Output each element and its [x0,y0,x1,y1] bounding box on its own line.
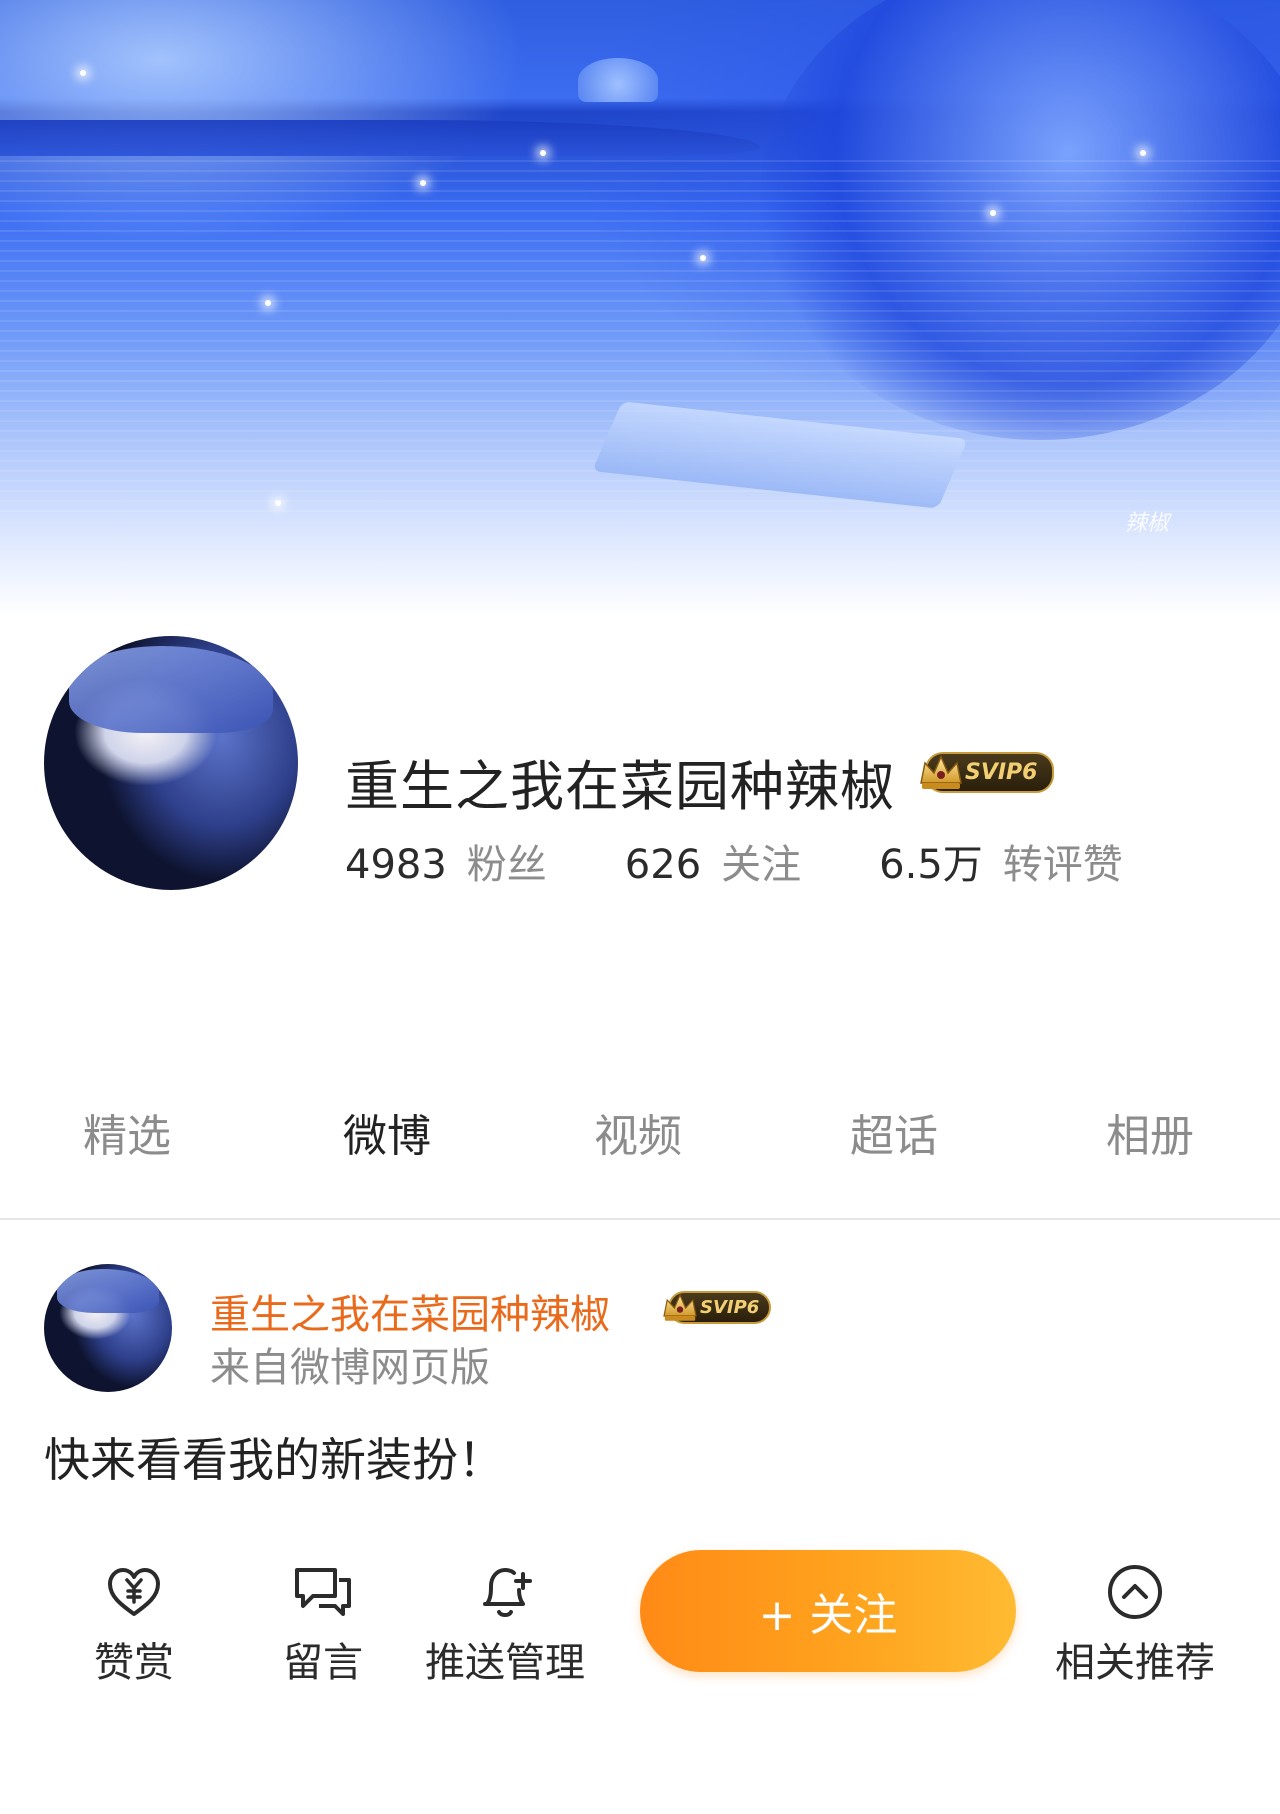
cover-signature: 辣椒 [1125,511,1170,536]
post-author-name[interactable]: 重生之我在菜园种辣椒 [210,1282,610,1340]
profile-name: 重生之我在菜园种辣椒 [345,755,895,818]
tab-album[interactable]: 相册 [1106,1100,1194,1164]
stat-value: 4983 [345,842,447,888]
sparkle-icon [990,210,996,216]
related-recommend-label: 相关推荐 [1055,1640,1215,1686]
comment-button[interactable]: 留言 [283,1560,363,1688]
profile-tabs: 精选 微博 视频 超话 相册 [0,1100,1280,1162]
comment-label: 留言 [283,1640,363,1686]
stat-reposts-comments-likes[interactable]: 6.5万 转评赞 [879,832,1123,890]
stat-following[interactable]: 626 关注 [625,832,801,890]
post-author-avatar[interactable] [44,1264,172,1392]
stat-value: 6.5万 [879,842,983,888]
stat-label: 关注 [721,842,802,888]
chevron-up-circle-icon [1108,1565,1162,1619]
reward-label: 赞赏 [94,1640,174,1686]
tab-weibo[interactable]: 微博 [343,1100,431,1164]
push-management-button[interactable]: 推送管理 [425,1560,585,1688]
crown-icon [920,754,962,789]
tab-video[interactable]: 视频 [594,1100,682,1164]
sparkle-icon [540,150,546,156]
bell-plus-icon [483,1567,532,1617]
profile-cover-image[interactable]: 辣椒 [0,0,1280,700]
post-svip-badge[interactable]: SVIP6 [663,1291,772,1324]
chat-bubbles-icon [295,1568,351,1616]
cover-horizon [0,120,760,156]
profile-avatar[interactable] [44,636,298,890]
sparkle-icon [420,180,426,186]
post-text[interactable]: 快来看看我的新装扮！ [44,1424,504,1490]
crown-icon [663,1293,697,1321]
related-recommend-button[interactable]: 相关推荐 [1055,1560,1215,1688]
cover-moon [578,58,658,102]
sparkle-icon [80,70,86,76]
sparkle-icon [265,300,271,306]
reward-button[interactable]: 赞赏 [94,1560,174,1688]
profile-stats: 4983 粉丝 626 关注 6.5万 转评赞 [345,832,1123,890]
sparkle-icon [1140,150,1146,156]
stat-label: 粉丝 [466,842,547,888]
svip-badge[interactable]: SVIP6 [920,752,1054,793]
stat-followers[interactable]: 4983 粉丝 [345,832,547,890]
push-management-label: 推送管理 [425,1640,585,1686]
stat-label: 转评赞 [1002,842,1123,888]
stat-value: 626 [624,842,702,888]
tabs-divider [0,1218,1280,1220]
sparkle-icon [700,255,706,261]
follow-button[interactable]: + 关注 [640,1550,1016,1672]
tab-featured[interactable]: 精选 [83,1100,171,1164]
post-source: 来自微博网页版 [210,1345,490,1391]
sparkle-icon [275,500,281,506]
tab-super-topic[interactable]: 超话 [850,1100,938,1164]
heart-yen-icon [108,1568,160,1616]
